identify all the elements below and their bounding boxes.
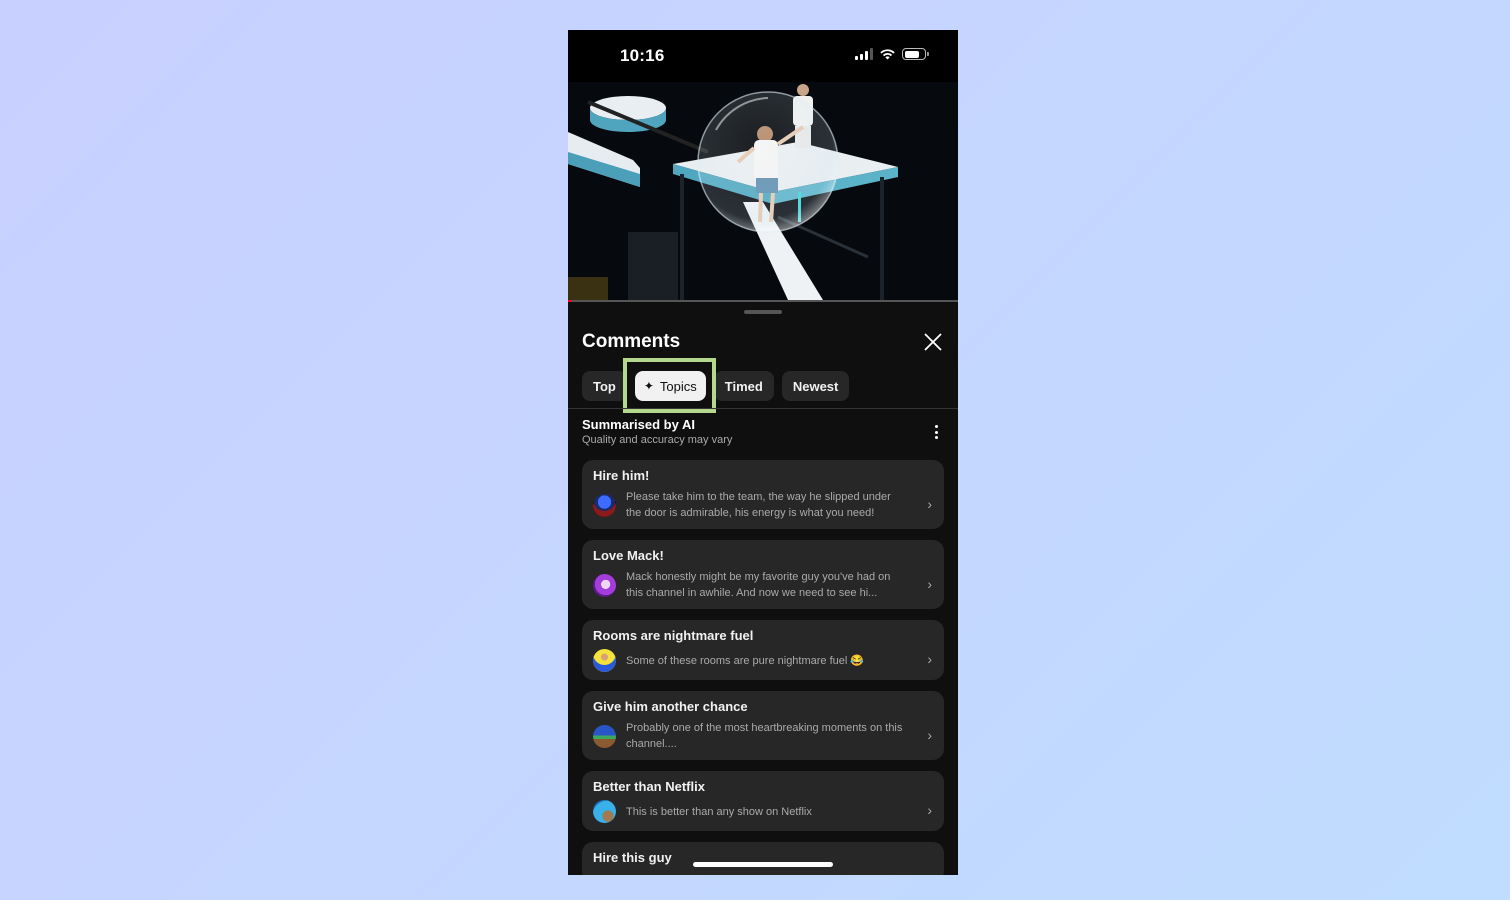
chevron-right-icon: › <box>927 726 932 743</box>
topic-title: Love Mack! <box>593 548 664 563</box>
home-indicator[interactable] <box>693 862 833 867</box>
topic-snippet: Some of these rooms are pure nightmare f… <box>626 654 865 667</box>
video-frame <box>568 82 958 300</box>
close-button[interactable] <box>922 331 944 353</box>
chevron-right-icon: › <box>927 802 932 818</box>
summary-title: Summarised by AI <box>582 417 695 432</box>
topic-snippet: This is better than any show on Netflix <box>626 805 812 818</box>
comments-title: Comments <box>582 331 681 352</box>
chip-timed[interactable]: Timed <box>713 371 774 401</box>
avatar <box>593 493 616 517</box>
topic-card[interactable]: Give him another chance Probably one of … <box>582 691 944 760</box>
status-icons <box>855 48 929 60</box>
topic-card[interactable]: Love Mack! Mack honestly might be my fav… <box>582 540 944 609</box>
topic-list: Hire him! Please take him to the team, t… <box>582 460 944 875</box>
status-time: 10:16 <box>620 46 665 65</box>
divider <box>568 408 958 409</box>
comments-sheet: Comments Top ✦ Topics Timed Newest Summa… <box>568 302 958 875</box>
summary-subtitle: Quality and accuracy may vary <box>582 434 733 446</box>
chip-top[interactable]: Top <box>582 371 627 401</box>
topic-title: Give him another chance <box>593 699 748 714</box>
avatar <box>593 800 616 823</box>
more-options-button[interactable] <box>932 425 940 439</box>
status-bar: 10:16 <box>568 30 958 82</box>
topic-card[interactable]: Better than Netflix This is better than … <box>582 771 944 831</box>
wifi-icon <box>880 49 895 60</box>
chip-top-label: Top <box>593 378 616 394</box>
topic-title: Better than Netflix <box>593 779 705 794</box>
chip-timed-label: Timed <box>724 378 763 394</box>
chevron-right-icon: › <box>927 575 932 592</box>
topic-snippet: Mack honestly might be my favorite guy y… <box>626 571 891 599</box>
chip-newest-label: Newest <box>792 378 839 394</box>
topic-card[interactable]: Rooms are nightmare fuel Some of these r… <box>582 620 944 680</box>
topic-card[interactable]: Hire this guy <box>582 842 944 875</box>
topic-snippet: Probably one of the most heartbreaking m… <box>626 722 903 750</box>
chevron-right-icon: › <box>927 651 932 667</box>
comment-filter-chips: Top ✦ Topics Timed Newest <box>582 371 850 401</box>
avatar <box>593 649 616 672</box>
avatar <box>593 573 616 597</box>
more-vertical-icon <box>934 425 938 428</box>
avatar <box>593 724 616 748</box>
topic-card[interactable]: Hire him! Please take him to the team, t… <box>582 460 944 529</box>
sparkle-icon: ✦ <box>643 379 654 393</box>
video-player[interactable] <box>568 82 958 300</box>
topic-snippet: Please take him to the team, the way he … <box>626 491 891 519</box>
topic-title: Hire him! <box>593 468 650 483</box>
close-icon <box>924 333 942 351</box>
phone-screen: 10:16 Comments Top ✦ Topics Timed Newest… <box>568 30 958 875</box>
drag-handle[interactable] <box>744 310 782 314</box>
cellular-signal-icon <box>855 48 873 60</box>
battery-icon <box>902 48 929 60</box>
topic-title: Rooms are nightmare fuel <box>593 628 754 643</box>
chip-topics-label: Topics <box>659 378 697 394</box>
chip-topics[interactable]: ✦ Topics <box>634 371 706 401</box>
chip-newest[interactable]: Newest <box>781 371 850 401</box>
chevron-right-icon: › <box>927 495 932 512</box>
